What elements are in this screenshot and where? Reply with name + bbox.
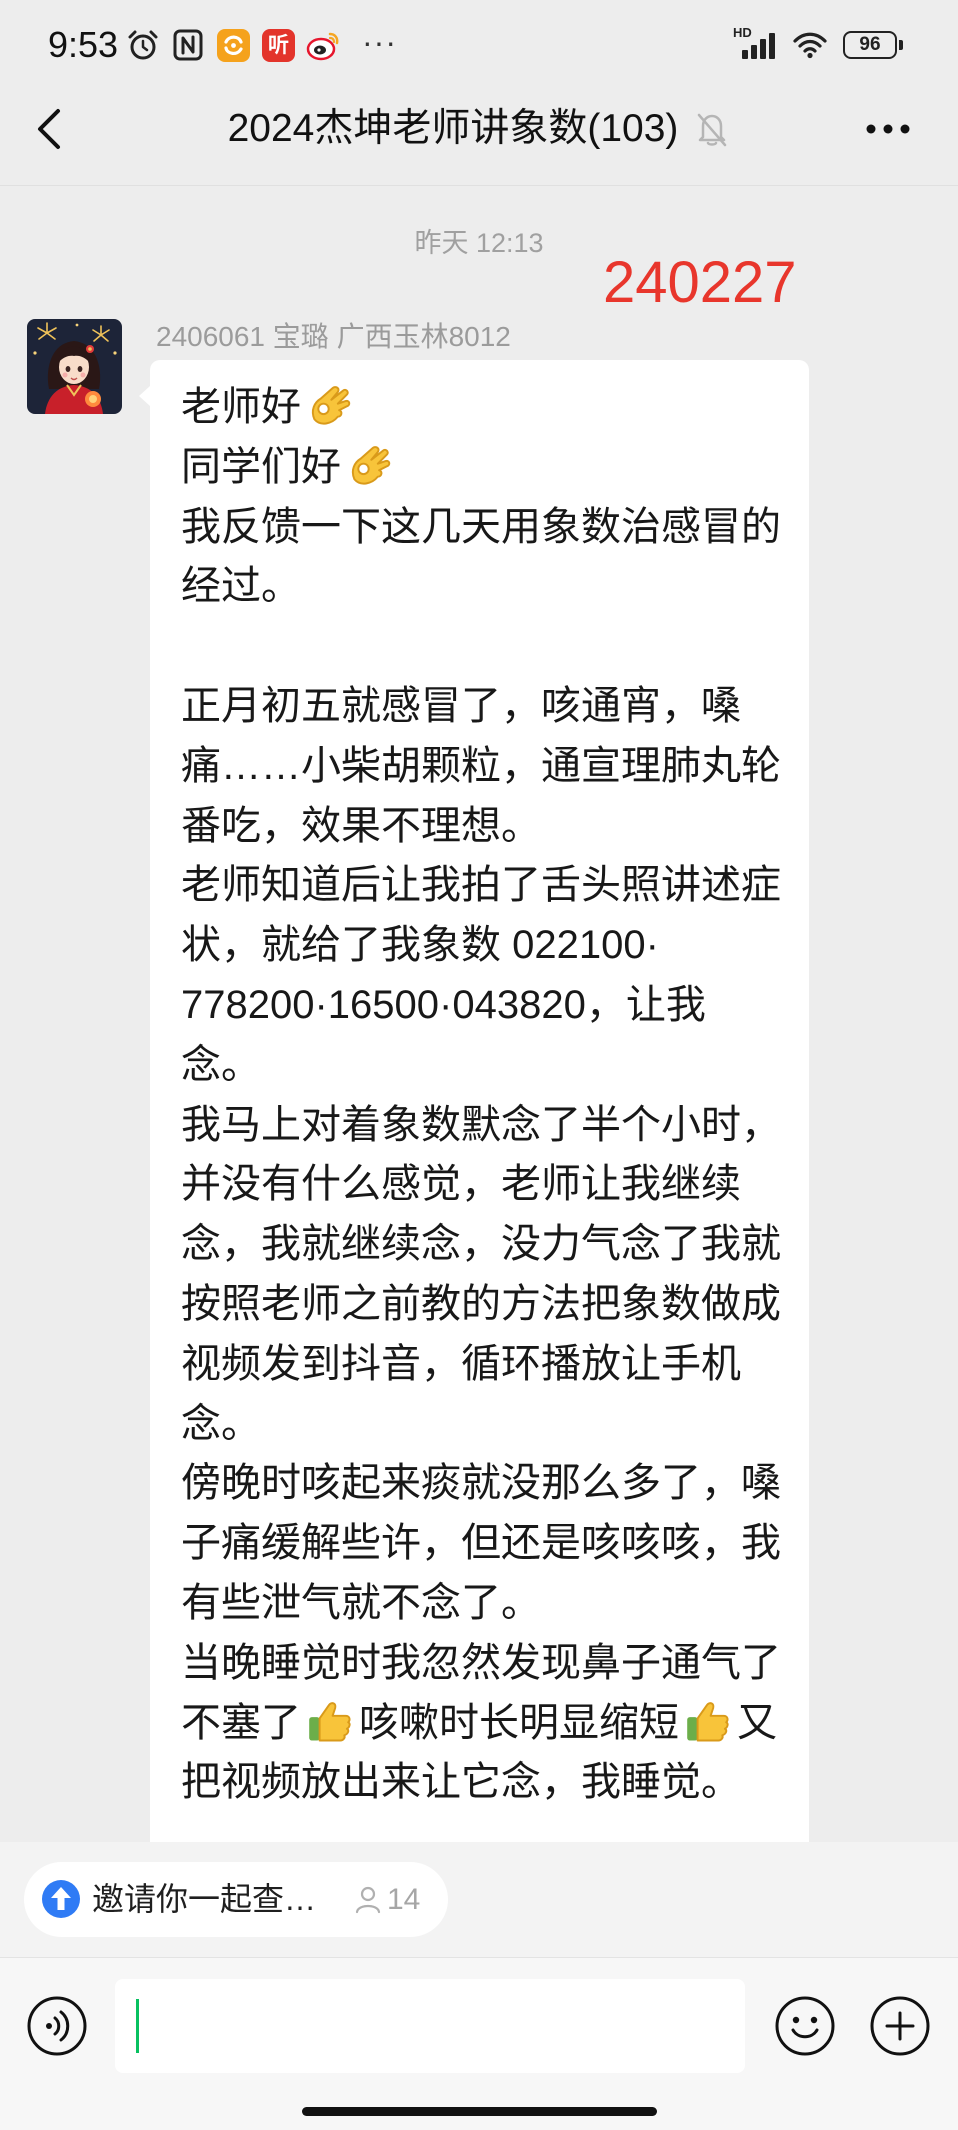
message-line: 子痛缓解些许，但还是咳咳咳，我 <box>181 1514 801 1574</box>
message-text: 778200·16500·043820，让我 <box>181 982 706 1027</box>
message-text: 念。 <box>181 1042 261 1087</box>
smiley-icon[interactable] <box>774 1995 836 2057</box>
message-line: 念。 <box>181 1395 801 1455</box>
sender-name: 2406061 宝璐 广西玉林8012 <box>156 321 511 352</box>
message-line: 我马上对着象数默念了半个小时， <box>181 1096 801 1156</box>
status-bar: 9:53 听 ··· HD 96 <box>0 0 958 86</box>
message-text: 状，就给了我象数 022100· <box>181 923 659 968</box>
signal-bars-icon <box>742 32 778 60</box>
message-text: 我反馈一下这几天用象数治感冒的 <box>181 504 781 549</box>
pinned-bar: 邀请你一起查… 14 <box>0 1842 958 1957</box>
message-text: 傍晚时咳起来痰就没那么多了，嗓 <box>181 1461 781 1506</box>
thumbs-up-emoji-icon <box>304 1695 356 1747</box>
battery-indicator: 96 <box>843 31 897 59</box>
message-line <box>181 617 801 677</box>
message-text: 有些泄气就不念了。 <box>181 1580 541 1625</box>
message-line: 当晚睡觉时我忽然发现鼻子通气了 <box>181 1634 801 1694</box>
text-cursor <box>136 1999 139 2053</box>
message-text: 痛……小柴胡颗粒，通宣理肺丸轮 <box>181 743 781 788</box>
message-body: 老师好同学们好我反馈一下这几天用象数治感冒的 经过。 正月初五就感冒了，咳通宵，嗓… <box>181 378 801 1813</box>
message-text: 同学们好 <box>181 444 341 489</box>
message-timestamp: 昨天 12:13 <box>414 228 544 258</box>
message-line: 778200·16500·043820，让我 <box>181 976 801 1036</box>
message-bubble[interactable]: 老师好同学们好我反馈一下这几天用象数治感冒的 经过。 正月初五就感冒了，咳通宵，嗓… <box>139 360 809 1860</box>
message-text: 念。 <box>181 1401 261 1446</box>
bubble-tail <box>139 386 150 406</box>
input-bar <box>0 1957 958 2130</box>
wifi-icon <box>792 31 828 59</box>
more-notifications-indicator: ··· <box>362 24 397 60</box>
message-line: 视频发到抖音，循环播放让手机 <box>181 1335 801 1395</box>
message-text: 经过。 <box>181 564 301 609</box>
message-line: 正月初五就感冒了，咳通宵，嗓 <box>181 677 801 737</box>
message-text: 番吃，效果不理想。 <box>181 803 541 848</box>
participant-count: 14 <box>387 1883 421 1916</box>
more-dots-icon[interactable] <box>866 124 910 134</box>
battery-nub <box>899 40 903 50</box>
message-text: 不塞了 <box>181 1700 301 1745</box>
message-line: 状，就给了我象数 022100· <box>181 916 801 976</box>
message-line: 念，我就继续念，没力气念了我就 <box>181 1215 801 1275</box>
message-line: 番吃，效果不理想。 <box>181 797 801 857</box>
plus-circle-icon[interactable] <box>869 1995 931 2057</box>
sender-avatar[interactable] <box>27 319 122 414</box>
message-text: 咳嗽时长明显缩短 <box>359 1700 679 1745</box>
message-line: 老师好 <box>181 378 801 438</box>
alarm-icon <box>126 28 160 62</box>
ting-app-icon: 听 <box>262 29 295 62</box>
person-icon <box>353 1884 383 1914</box>
message-line: 不塞了 咳嗽时长明显缩短 又 <box>181 1694 801 1754</box>
nfc-icon <box>173 29 203 61</box>
message-line: 并没有什么感觉，老师让我继续 <box>181 1155 801 1215</box>
red-date-annotation: 240227 <box>603 250 797 315</box>
message-text: 把视频放出来让它念，我睡觉。 <box>181 1760 741 1805</box>
message-line: 有些泄气就不念了。 <box>181 1574 801 1634</box>
ok-hand-emoji-icon <box>304 379 356 431</box>
message-text: 又 <box>737 1700 777 1745</box>
message-line: 我反馈一下这几天用象数治感冒的 <box>181 498 801 558</box>
ok-hand-emoji-icon <box>344 439 396 491</box>
message-text: 按照老师之前教的方法把象数做成 <box>181 1281 781 1326</box>
voice-icon[interactable] <box>26 1995 88 2057</box>
blue-arrow-circle-icon <box>41 1879 81 1919</box>
message-line: 念。 <box>181 1036 801 1096</box>
orange-app-icon <box>217 29 250 62</box>
message-line: 老师知道后让我拍了舌头照讲述症 <box>181 856 801 916</box>
chat-title-group: 2024杰坤老师讲象数(103) <box>0 105 958 153</box>
message-line: 把视频放出来让它念，我睡觉。 <box>181 1753 801 1813</box>
invite-text: 邀请你一起查… <box>92 1881 317 1917</box>
bell-off-icon <box>694 110 730 148</box>
chat-title: 2024杰坤老师讲象数(103) <box>227 107 679 150</box>
message-text: 我马上对着象数默念了半个小时， <box>181 1102 781 1147</box>
weibo-icon <box>306 30 340 62</box>
message-line: 傍晚时咳起来痰就没那么多了，嗓 <box>181 1454 801 1514</box>
message-text: 子痛缓解些许，但还是咳咳咳，我 <box>181 1521 781 1566</box>
message-text: 当晚睡觉时我忽然发现鼻子通气了 <box>181 1640 781 1685</box>
status-time: 9:53 <box>48 24 119 65</box>
message-text: 正月初五就感冒了，咳通宵，嗓 <box>181 683 741 728</box>
message-text: 并没有什么感觉，老师让我继续 <box>181 1162 741 1207</box>
message-input[interactable] <box>115 1979 745 2073</box>
home-indicator[interactable] <box>302 2107 657 2116</box>
message-text: 老师好 <box>181 385 301 429</box>
thumbs-up-emoji-icon <box>682 1695 734 1747</box>
chat-header: 2024杰坤老师讲象数(103) <box>0 86 958 186</box>
message-line: 痛……小柴胡颗粒，通宣理肺丸轮 <box>181 737 801 797</box>
message-line: 经过。 <box>181 557 801 617</box>
message-line: 同学们好 <box>181 438 801 498</box>
message-text: 老师知道后让我拍了舌头照讲述症 <box>181 863 781 908</box>
message-text: 念，我就继续念，没力气念了我就 <box>181 1222 781 1267</box>
message-text: 视频发到抖音，循环播放让手机 <box>181 1341 741 1386</box>
invite-pill[interactable]: 邀请你一起查… 14 <box>24 1862 448 1937</box>
message-line: 按照老师之前教的方法把象数做成 <box>181 1275 801 1335</box>
